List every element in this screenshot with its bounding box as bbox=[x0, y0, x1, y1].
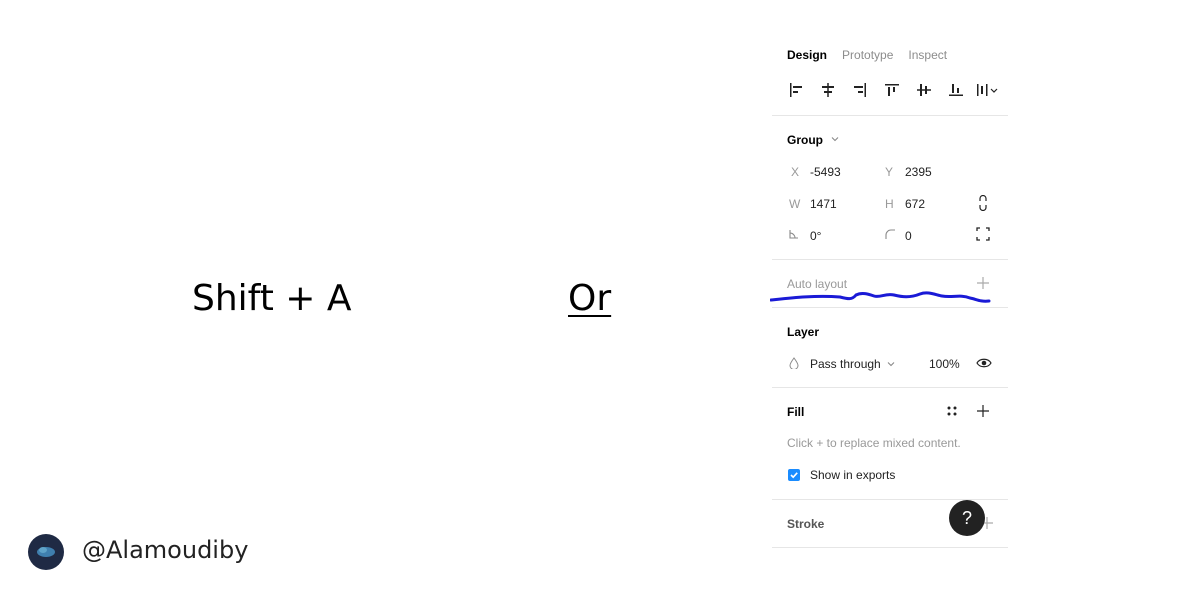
rotation-input[interactable]: 0° bbox=[810, 229, 821, 243]
help-button[interactable]: ? bbox=[949, 500, 985, 536]
constrain-proportions-icon[interactable] bbox=[975, 194, 991, 212]
tab-prototype[interactable]: Prototype bbox=[842, 48, 893, 62]
author-handle: @Alamoudiby bbox=[82, 536, 249, 564]
or-text: Or bbox=[568, 278, 612, 319]
chevron-down-icon bbox=[887, 362, 895, 367]
align-right-icon[interactable] bbox=[844, 78, 876, 102]
styles-grid-icon[interactable] bbox=[944, 403, 960, 419]
blend-mode-drop-icon bbox=[787, 356, 801, 370]
add-fill-icon[interactable] bbox=[975, 403, 991, 419]
h-label: H bbox=[885, 197, 894, 211]
divider bbox=[772, 259, 1008, 260]
independent-corners-icon[interactable] bbox=[975, 226, 991, 242]
divider bbox=[772, 115, 1008, 116]
fill-hint: Click + to replace mixed content. bbox=[787, 436, 961, 450]
show-in-exports-label: Show in exports bbox=[810, 468, 896, 482]
divider bbox=[772, 499, 1008, 500]
auto-layout-title: Auto layout bbox=[787, 277, 848, 291]
shortcut-text: Shift + A bbox=[192, 278, 352, 319]
blend-mode-select[interactable]: Pass through bbox=[810, 357, 896, 371]
w-label: W bbox=[789, 197, 801, 211]
y-input[interactable]: 2395 bbox=[905, 165, 932, 179]
distribute-icon[interactable] bbox=[972, 78, 1004, 102]
rotation-icon bbox=[787, 227, 801, 241]
align-bottom-icon[interactable] bbox=[940, 78, 972, 102]
chevron-down-icon bbox=[831, 137, 839, 142]
eye-icon[interactable] bbox=[975, 355, 993, 371]
opacity-input[interactable]: 100% bbox=[929, 357, 960, 371]
align-horizontal-center-icon[interactable] bbox=[812, 78, 844, 102]
blend-mode-value: Pass through bbox=[810, 357, 881, 371]
corner-radius-input[interactable]: 0 bbox=[905, 229, 912, 243]
design-panel: Design Prototype Inspect Group X -5493 Y… bbox=[770, 36, 1008, 556]
fill-title: Fill bbox=[787, 405, 805, 419]
align-vertical-center-icon[interactable] bbox=[908, 78, 940, 102]
x-input[interactable]: -5493 bbox=[810, 165, 841, 179]
tab-design[interactable]: Design bbox=[787, 48, 827, 62]
author-avatar bbox=[28, 534, 64, 570]
divider bbox=[772, 387, 1008, 388]
corner-radius-icon bbox=[883, 227, 897, 241]
checkmark-icon bbox=[790, 472, 798, 479]
stroke-title: Stroke bbox=[787, 517, 825, 531]
alignment-toolbar bbox=[780, 78, 1004, 102]
w-input[interactable]: 1471 bbox=[810, 197, 837, 211]
y-label: Y bbox=[885, 165, 894, 179]
layer-title: Layer bbox=[787, 325, 820, 339]
divider bbox=[772, 307, 1008, 308]
panel-tabs: Design Prototype Inspect bbox=[787, 48, 947, 62]
divider bbox=[772, 547, 1008, 548]
show-in-exports-checkbox[interactable] bbox=[788, 469, 800, 481]
add-auto-layout-icon[interactable] bbox=[975, 275, 991, 291]
group-title: Group bbox=[787, 133, 823, 147]
tab-inspect[interactable]: Inspect bbox=[908, 48, 947, 62]
x-label: X bbox=[791, 165, 800, 179]
h-input[interactable]: 672 bbox=[905, 197, 925, 211]
group-section-title[interactable]: Group bbox=[787, 133, 840, 147]
align-left-icon[interactable] bbox=[780, 78, 812, 102]
align-top-icon[interactable] bbox=[876, 78, 908, 102]
